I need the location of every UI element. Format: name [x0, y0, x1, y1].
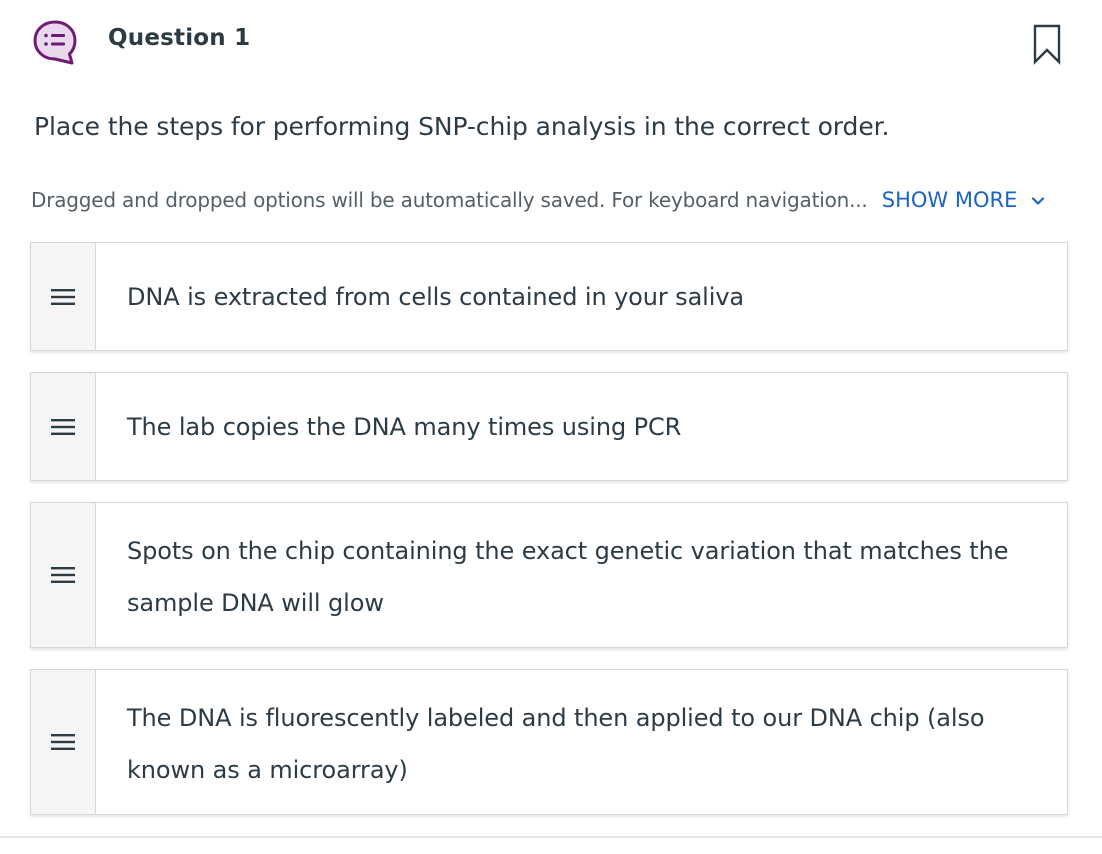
question-page: Question 1 Place the steps for performin…	[0, 0, 1102, 854]
list-item-text: Spots on the chip containing the exact g…	[127, 537, 1009, 617]
list-item-text: The lab copies the DNA many times using …	[127, 412, 682, 441]
list-item[interactable]: The lab copies the DNA many times using …	[30, 372, 1068, 481]
helper-text-row: Dragged and dropped options will be auto…	[31, 188, 1046, 212]
helper-text: Dragged and dropped options will be auto…	[31, 188, 868, 212]
chat-list-icon	[32, 19, 78, 65]
show-more-label: SHOW MORE	[881, 188, 1018, 212]
list-item[interactable]: DNA is extracted from cells contained in…	[30, 242, 1068, 351]
ordering-list: DNA is extracted from cells contained in…	[30, 242, 1068, 836]
drag-handle-icon[interactable]	[31, 503, 96, 647]
list-item-text: DNA is extracted from cells contained in…	[127, 282, 745, 311]
chevron-down-icon	[1030, 190, 1046, 206]
question-title: Question 1	[108, 25, 251, 51]
drag-handle-icon[interactable]	[31, 243, 96, 350]
drag-handle-icon[interactable]	[31, 670, 96, 814]
bookmark-icon[interactable]	[1032, 23, 1062, 65]
divider	[0, 836, 1102, 838]
list-item[interactable]: Spots on the chip containing the exact g…	[30, 502, 1068, 648]
question-prompt: Place the steps for performing SNP-chip …	[34, 112, 890, 141]
list-item[interactable]: The DNA is fluorescently labeled and the…	[30, 669, 1068, 815]
list-item-text: The DNA is fluorescently labeled and the…	[127, 704, 985, 784]
show-more-button[interactable]: SHOW MORE	[882, 188, 1046, 212]
drag-handle-icon[interactable]	[31, 373, 96, 480]
question-header: Question 1	[32, 16, 1062, 66]
